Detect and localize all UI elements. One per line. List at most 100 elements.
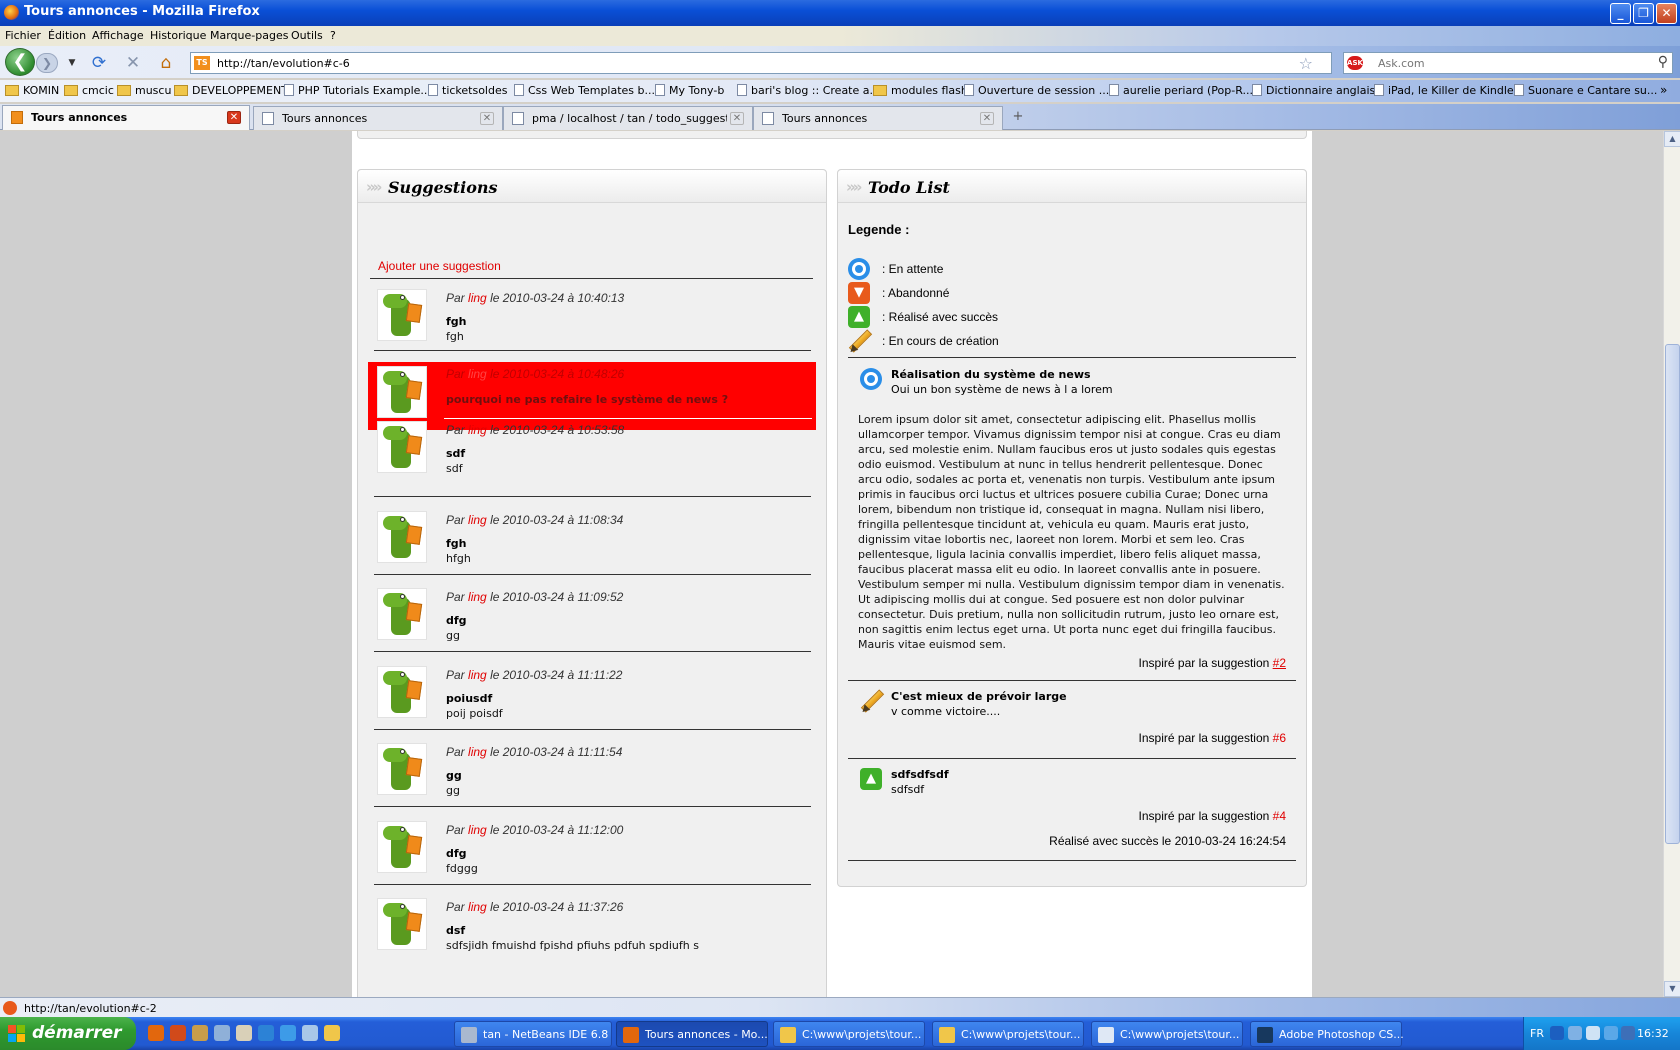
bookmark-item[interactable]: Dictionnaire anglais bbox=[1252, 84, 1375, 97]
bookmark-item[interactable]: iPad, le Killer de Kindle... bbox=[1374, 84, 1524, 97]
network-icon[interactable] bbox=[1568, 1026, 1582, 1040]
suggestion-meta: Par ling le 2010-03-24 à 11:09:52 bbox=[446, 590, 624, 604]
bookmark-item[interactable]: modules flash bbox=[873, 84, 968, 97]
suggestion-author[interactable]: ling bbox=[468, 590, 487, 604]
bookmark-item[interactable]: KOMIN bbox=[5, 84, 59, 97]
tab-tours-annonces[interactable]: Tours annonces ✕ bbox=[253, 106, 503, 130]
task-explorer[interactable]: C:\www\projets\tour... bbox=[773, 1021, 925, 1047]
suggestion-ref-link[interactable]: #4 bbox=[1273, 809, 1286, 823]
close-tab-icon[interactable]: ✕ bbox=[730, 112, 744, 125]
new-tab-button[interactable]: + bbox=[1006, 109, 1030, 127]
url-text[interactable]: http://tan/evolution#c-6 bbox=[217, 57, 350, 70]
task-editor[interactable]: C:\www\projets\tour... bbox=[1091, 1021, 1243, 1047]
suggestion-item[interactable]: Par ling le 2010-03-24 à 11:11:54 gg gg bbox=[372, 739, 809, 821]
suggestion-item[interactable]: Par ling le 2010-03-24 à 10:53:58 sdf sdf bbox=[372, 417, 809, 499]
volume-icon[interactable] bbox=[1604, 1026, 1618, 1040]
suggestion-author[interactable]: ling bbox=[468, 513, 487, 527]
history-dropdown-icon[interactable]: ▼ bbox=[61, 52, 83, 74]
ie-quicklaunch-icon[interactable] bbox=[258, 1025, 274, 1041]
close-tab-icon[interactable]: ✕ bbox=[480, 112, 494, 125]
menu-historique[interactable]: Historique bbox=[150, 29, 206, 42]
scroll-up-arrow-icon[interactable]: ▲ bbox=[1664, 131, 1680, 147]
language-indicator[interactable]: FR bbox=[1530, 1027, 1544, 1040]
bookmark-star-icon[interactable]: ☆ bbox=[1299, 54, 1313, 73]
close-tab-icon[interactable]: ✕ bbox=[227, 111, 241, 124]
bookmark-item[interactable]: aurelie periard (Pop-R... bbox=[1109, 84, 1253, 97]
suggestion-item[interactable]: Par ling le 2010-03-24 à 11:12:00 dfg fdgg… bbox=[372, 817, 809, 899]
bookmark-item[interactable]: ticketsoldes bbox=[428, 84, 507, 97]
search-box[interactable]: ASK ⚲ bbox=[1343, 52, 1673, 74]
search-icon[interactable]: ⚲ bbox=[1658, 54, 1668, 70]
window-title-bar[interactable]: Tours annonces - Mozilla Firefox _ ❐ ✕ bbox=[0, 0, 1680, 26]
stop-icon[interactable]: ✕ bbox=[122, 52, 144, 74]
task-netbeans[interactable]: tan - NetBeans IDE 6.8 bbox=[454, 1021, 612, 1047]
security-icon[interactable] bbox=[1621, 1026, 1635, 1040]
bookmark-item[interactable]: PHP Tutorials Example... bbox=[284, 84, 431, 97]
search-engine-icon[interactable]: ASK bbox=[1347, 56, 1363, 70]
suggestion-ref-link[interactable]: #2 bbox=[1273, 656, 1286, 670]
bookmark-item[interactable]: DEVELOPPEMENT bbox=[174, 84, 288, 97]
scrollbar-thumb[interactable] bbox=[1665, 344, 1680, 844]
maximize-button[interactable]: ❐ bbox=[1633, 3, 1654, 24]
suggestion-author[interactable]: ling bbox=[468, 291, 487, 305]
menu-marque-pages[interactable]: Marque-pages bbox=[210, 29, 288, 42]
reload-icon[interactable]: ⟳ bbox=[88, 52, 110, 74]
tab-tours-annonces-active[interactable]: Tours annonces ✕ bbox=[2, 105, 250, 130]
suggestion-body: fdggg bbox=[446, 862, 478, 875]
minimize-button[interactable]: _ bbox=[1610, 3, 1631, 24]
suggestion-item[interactable]: Par ling le 2010-03-24 à 11:11:22 poiusdf… bbox=[372, 662, 809, 744]
forward-button[interactable]: ❯ bbox=[36, 53, 58, 73]
add-suggestion-link[interactable]: Ajouter une suggestion bbox=[378, 259, 501, 273]
menu-outils[interactable]: Outils bbox=[291, 29, 323, 42]
firefox-quicklaunch-icon[interactable] bbox=[148, 1025, 164, 1041]
bluetooth-icon[interactable] bbox=[1550, 1026, 1564, 1040]
more-bookmarks-chevron-icon[interactable]: » bbox=[1660, 83, 1667, 97]
bookmark-item[interactable]: muscu bbox=[117, 84, 171, 97]
suggestion-item[interactable]: Par ling le 2010-03-24 à 11:08:34 fgh hfgh bbox=[372, 507, 809, 589]
task-photoshop[interactable]: Adobe Photoshop CS... bbox=[1250, 1021, 1404, 1047]
suggestion-item[interactable]: Par ling le 2010-03-24 à 11:37:26 dsf sdfs… bbox=[372, 894, 809, 976]
globe-quicklaunch-icon[interactable] bbox=[302, 1025, 318, 1041]
firebug-icon[interactable] bbox=[3, 1001, 17, 1015]
search-input[interactable] bbox=[1378, 55, 1648, 71]
scroll-down-arrow-icon[interactable]: ▼ bbox=[1664, 981, 1680, 997]
calendar-quicklaunch-icon[interactable] bbox=[236, 1025, 252, 1041]
firefox-alt-quicklaunch-icon[interactable] bbox=[170, 1025, 186, 1041]
task-explorer[interactable]: C:\www\projets\tour... bbox=[932, 1021, 1084, 1047]
menu-edition[interactable]: Édition bbox=[48, 29, 86, 42]
bookmark-item[interactable]: cmcic bbox=[64, 84, 114, 97]
tab-tours-annonces-2[interactable]: Tours annonces ✕ bbox=[753, 106, 1003, 130]
safely-remove-icon[interactable] bbox=[1586, 1026, 1600, 1040]
tab-pma[interactable]: pma / localhost / tan / todo_suggestion.… bbox=[503, 106, 753, 130]
bookmark-item[interactable]: Suonare e Cantare su... bbox=[1514, 84, 1657, 97]
users-quicklaunch-icon[interactable] bbox=[192, 1025, 208, 1041]
tools-quicklaunch-icon[interactable] bbox=[214, 1025, 230, 1041]
suggestion-author[interactable]: ling bbox=[468, 900, 487, 914]
suggestion-author[interactable]: ling bbox=[468, 823, 487, 837]
suggestion-author[interactable]: ling bbox=[468, 423, 487, 437]
close-window-button[interactable]: ✕ bbox=[1656, 3, 1677, 24]
start-button[interactable]: démarrer bbox=[0, 1017, 136, 1050]
suggestion-ref-link[interactable]: #6 bbox=[1273, 731, 1286, 745]
suggestion-author[interactable]: ling bbox=[468, 367, 487, 381]
menu-fichier[interactable]: Fichier bbox=[5, 29, 41, 42]
suggestion-item[interactable]: Par ling le 2010-03-24 à 11:09:52 dfg gg bbox=[372, 584, 809, 666]
bookmark-item[interactable]: Ouverture de session ... bbox=[964, 84, 1109, 97]
menu-affichage[interactable]: Affichage bbox=[92, 29, 144, 42]
back-button[interactable]: ❮ bbox=[5, 48, 35, 76]
folder-quicklaunch-icon[interactable] bbox=[324, 1025, 340, 1041]
suggestion-author[interactable]: ling bbox=[468, 745, 487, 759]
home-icon[interactable]: ⌂ bbox=[155, 52, 177, 74]
address-bar[interactable]: TS http://tan/evolution#c-6 ☆ bbox=[190, 52, 1332, 74]
ie-alt-quicklaunch-icon[interactable] bbox=[280, 1025, 296, 1041]
task-firefox[interactable]: Tours annonces - Mo... bbox=[616, 1021, 768, 1047]
bookmark-item[interactable]: Css Web Templates b... bbox=[514, 84, 655, 97]
vertical-scrollbar[interactable]: ▲ ▼ bbox=[1663, 131, 1680, 997]
menu-help[interactable]: ? bbox=[330, 29, 336, 42]
todo-item: Réalisation du système de news Oui un bo… bbox=[848, 368, 1296, 688]
bookmark-item[interactable]: My Tony-b bbox=[655, 84, 724, 97]
close-tab-icon[interactable]: ✕ bbox=[980, 112, 994, 125]
suggestion-item[interactable]: Par ling le 2010-03-24 à 10:40:13 fgh fgh bbox=[372, 285, 809, 367]
bookmark-item[interactable]: bari's blog :: Create a... bbox=[737, 84, 880, 97]
suggestion-author[interactable]: ling bbox=[468, 668, 487, 682]
